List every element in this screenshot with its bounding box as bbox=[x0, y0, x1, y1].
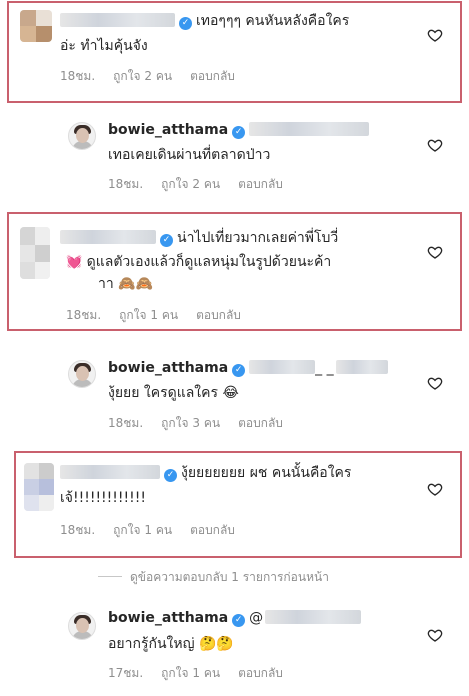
avatar[interactable] bbox=[68, 360, 96, 388]
comment-meta: 18ชม. ถูกใจ 1 คน ตอบกลับ bbox=[66, 306, 259, 325]
avatar[interactable] bbox=[68, 612, 96, 640]
avatar[interactable] bbox=[24, 463, 54, 511]
comment-text-line2: อ่ะ ทำไมคุ้นจัง bbox=[60, 38, 148, 54]
comment-text-line1: ✓ งุ้ยยยยยยย ผช คนนั้นคือใคร bbox=[60, 463, 351, 483]
verified-badge-icon: ✓ bbox=[160, 234, 173, 247]
heart-outline-icon[interactable] bbox=[427, 244, 443, 260]
comment-text: เทอๆๆๆ คนหันหลังคือใคร bbox=[196, 13, 350, 29]
verified-badge-icon: ✓ bbox=[164, 469, 177, 482]
avatar[interactable] bbox=[20, 227, 50, 279]
username[interactable]: bowie_atthama bbox=[108, 610, 228, 626]
reply-button[interactable]: ตอบกลับ bbox=[190, 69, 235, 83]
comment-text: น่าไปเที่ยวมากเลยค่าพี่โบวี่ bbox=[177, 230, 339, 246]
heart-outline-icon[interactable] bbox=[427, 375, 443, 391]
comment-text-line1: ✓ เทอๆๆๆ คนหันหลังคือใคร bbox=[60, 11, 349, 31]
comment-text-line2: อยากรู้กันใหญ่ 🤔🤔 bbox=[108, 636, 234, 652]
likes-count[interactable]: ถูกใจ 2 คน bbox=[113, 69, 172, 83]
avatar[interactable] bbox=[20, 10, 52, 42]
mention-at: @ bbox=[249, 610, 264, 626]
comment-text: งุ้ยยยยยยย ผช คนนั้นคือใคร bbox=[181, 465, 352, 481]
likes-count[interactable]: ถูกใจ 1 คน bbox=[119, 308, 178, 322]
verified-badge-icon: ✓ bbox=[232, 614, 246, 627]
comment-6: bowie_atthama ✓ @ อยากรู้กันใหญ่ 🤔🤔 17ชม. ถ… bbox=[0, 596, 469, 696]
likes-count[interactable]: ถูกใจ 1 คน bbox=[161, 666, 220, 680]
mention-suffix: _ _ bbox=[315, 360, 334, 376]
timestamp: 18ชม. bbox=[108, 416, 144, 430]
comment-text-line3: าา 🙈🙈 bbox=[98, 276, 154, 292]
comment-text-line1: bowie_atthama ✓ _ _ bbox=[108, 358, 388, 378]
reply-button[interactable]: ตอบกลับ bbox=[196, 308, 241, 322]
comment-text-line1: bowie_atthama ✓ @ bbox=[108, 608, 362, 628]
heart-outline-icon[interactable] bbox=[427, 627, 443, 643]
comment-text-line1: ✓ น่าไปเที่ยวมากเลยค่าพี่โบวี่ bbox=[60, 228, 338, 248]
comment-text-line2: เทอเคยเดินผ่านที่ตลาดป่าว bbox=[108, 147, 271, 163]
verified-badge-icon: ✓ bbox=[232, 364, 246, 377]
comment-text-line1: bowie_atthama ✓ bbox=[108, 120, 370, 140]
heart-outline-icon[interactable] bbox=[427, 481, 443, 497]
comment-text-line2: เจ้!!!!!!!!!!!!! bbox=[60, 490, 146, 506]
username[interactable]: bowie_atthama bbox=[108, 360, 228, 376]
blurred-mention[interactable] bbox=[249, 122, 370, 136]
comment-1: ✓ เทอๆๆๆ คนหันหลังคือใคร อ่ะ ทำไมคุ้นจัง … bbox=[0, 0, 469, 104]
timestamp: 18ชม. bbox=[66, 308, 102, 322]
blurred-mention-end[interactable] bbox=[335, 360, 388, 374]
comment-meta: 18ชม. ถูกใจ 3 คน ตอบกลับ bbox=[108, 414, 301, 433]
comment-5: ✓ งุ้ยยยยยยย ผช คนนั้นคือใคร เจ้!!!!!!!!!… bbox=[0, 451, 469, 558]
timestamp: 18ชม. bbox=[60, 523, 96, 537]
comment-meta: 18ชม. ถูกใจ 2 คน ตอบกลับ bbox=[60, 67, 253, 86]
verified-badge-icon: ✓ bbox=[232, 126, 246, 139]
divider-dash bbox=[98, 576, 122, 577]
likes-count[interactable]: ถูกใจ 1 คน bbox=[113, 523, 172, 537]
blurred-mention[interactable] bbox=[249, 360, 316, 374]
comment-2: bowie_atthama ✓ เทอเคยเดินผ่านที่ตลาดป่าว… bbox=[0, 105, 469, 200]
blurred-username[interactable] bbox=[60, 465, 160, 479]
comment-text: ดูแลตัวเองแล้วก็ดูแลหนุ่มในรูปด้วยนะค้า bbox=[86, 254, 332, 270]
comment-meta: 17ชม. ถูกใจ 1 คน ตอบกลับ bbox=[108, 664, 301, 683]
comment-meta: 18ชม. ถูกใจ 1 คน ตอบกลับ bbox=[60, 521, 253, 540]
blurred-mention[interactable] bbox=[265, 610, 362, 624]
comment-4: bowie_atthama ✓ _ _ งุ้ยยย ใครดูแลใคร 😂 18… bbox=[0, 346, 469, 436]
heart-emoji: 💓 bbox=[66, 255, 83, 270]
likes-count[interactable]: ถูกใจ 2 คน bbox=[161, 177, 220, 191]
view-previous-replies[interactable]: ดูข้อความตอบกลับ 1 รายการก่อนหน้า bbox=[98, 568, 329, 587]
reply-button[interactable]: ตอบกลับ bbox=[238, 416, 283, 430]
likes-count[interactable]: ถูกใจ 3 คน bbox=[161, 416, 220, 430]
comment-3: ✓ น่าไปเที่ยวมากเลยค่าพี่โบวี่ 💓 ดูแลตัวเ… bbox=[0, 212, 469, 331]
comment-text-line2: 💓 ดูแลตัวเองแล้วก็ดูแลหนุ่มในรูปด้วยนะค้… bbox=[66, 252, 331, 273]
heart-outline-icon[interactable] bbox=[427, 137, 443, 153]
timestamp: 18ชม. bbox=[60, 69, 96, 83]
username[interactable]: bowie_atthama bbox=[108, 122, 228, 138]
comment-meta: 18ชม. ถูกใจ 2 คน ตอบกลับ bbox=[108, 175, 301, 194]
view-previous-replies-label[interactable]: ดูข้อความตอบกลับ 1 รายการก่อนหน้า bbox=[130, 570, 329, 584]
avatar[interactable] bbox=[68, 122, 96, 150]
comment-text-line2: งุ้ยยย ใครดูแลใคร 😂 bbox=[108, 385, 239, 401]
reply-button[interactable]: ตอบกลับ bbox=[238, 177, 283, 191]
blurred-username[interactable] bbox=[60, 230, 156, 244]
heart-outline-icon[interactable] bbox=[427, 27, 443, 43]
timestamp: 18ชม. bbox=[108, 177, 144, 191]
reply-button[interactable]: ตอบกลับ bbox=[190, 523, 235, 537]
reply-button[interactable]: ตอบกลับ bbox=[238, 666, 283, 680]
blurred-username[interactable] bbox=[60, 13, 175, 27]
timestamp: 17ชม. bbox=[108, 666, 144, 680]
verified-badge-icon: ✓ bbox=[179, 17, 192, 30]
